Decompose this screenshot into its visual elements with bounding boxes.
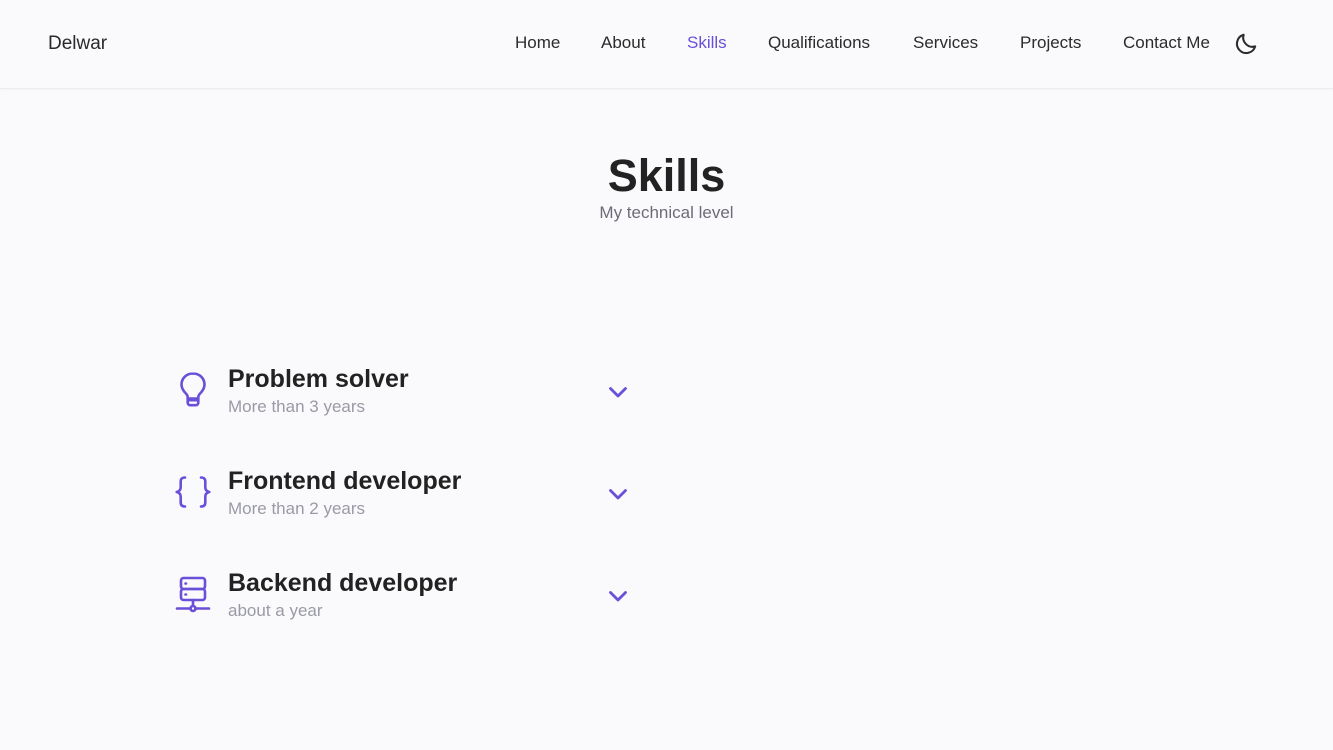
nav-about[interactable]: About xyxy=(601,33,645,53)
skill-subtitle: More than 3 years xyxy=(228,397,366,416)
nav-qualifications[interactable]: Qualifications xyxy=(768,33,870,53)
skill-title: Frontend developer xyxy=(228,467,462,495)
section-title: Skills xyxy=(607,150,726,201)
skill-title: Problem solver xyxy=(228,365,409,393)
theme-toggle-button[interactable] xyxy=(1233,31,1259,57)
nav-home[interactable]: Home xyxy=(515,33,560,53)
chevron-down-icon[interactable] xyxy=(607,483,629,505)
nav-projects[interactable]: Projects xyxy=(1020,33,1081,53)
chevron-down-icon[interactable] xyxy=(607,585,629,607)
lightbulb-icon xyxy=(172,369,214,411)
skill-frontend-developer[interactable]: Frontend developer More than 2 years xyxy=(172,467,642,531)
skill-title: Backend developer xyxy=(228,569,458,597)
nav-contact-me[interactable]: Contact Me xyxy=(1123,33,1210,53)
server-icon xyxy=(172,573,214,615)
section-subtitle: My technical level xyxy=(599,203,734,222)
chevron-down-icon[interactable] xyxy=(607,381,629,403)
skill-problem-solver[interactable]: Problem solver More than 3 years xyxy=(172,365,642,429)
nav-skills[interactable]: Skills xyxy=(687,33,727,53)
logo-link[interactable]: Delwar xyxy=(48,33,107,55)
site-header: Delwar Home About Skills Qualifications … xyxy=(0,0,1333,89)
moon-icon xyxy=(1235,33,1257,55)
nav-services[interactable]: Services xyxy=(913,33,978,53)
skill-subtitle: about a year xyxy=(228,601,323,620)
code-braces-icon xyxy=(172,471,214,513)
skill-backend-developer[interactable]: Backend developer about a year xyxy=(172,569,642,633)
skill-subtitle: More than 2 years xyxy=(228,499,366,518)
